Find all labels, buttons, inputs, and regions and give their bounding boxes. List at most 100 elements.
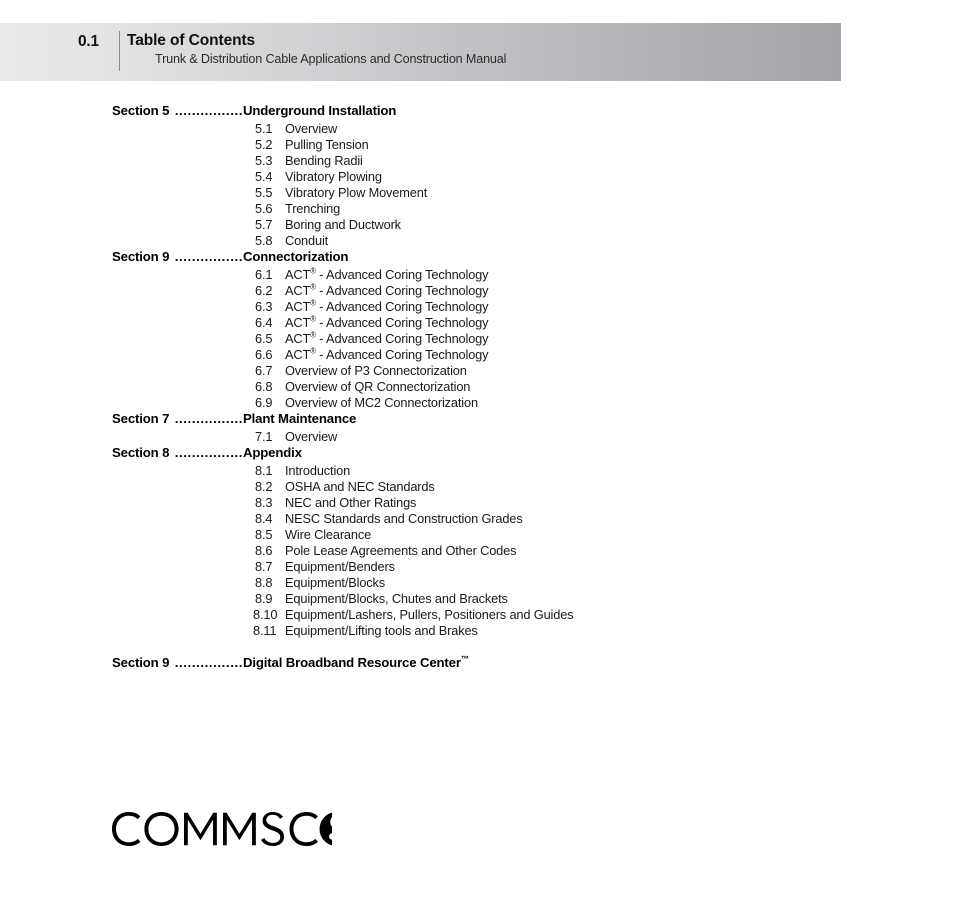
toc-entry-number: 8.6: [255, 543, 273, 558]
toc-spacer: [0, 639, 954, 655]
toc-entry[interactable]: 5.8 Conduit: [0, 233, 954, 249]
toc-entry-label: Conduit: [285, 233, 329, 248]
toc-entry[interactable]: 5.1 Overview: [0, 121, 954, 137]
toc-entry-number: 6.8: [255, 379, 273, 394]
toc-entry[interactable]: 6.4 ACT® - Advanced Coring Technology: [0, 315, 954, 331]
toc-entry[interactable]: 7.1 Overview: [0, 429, 954, 445]
toc-section-line[interactable]: Section 5................ Underground Ins…: [0, 103, 954, 119]
toc-entry-label: Equipment/Lashers, Pullers, Positioners …: [285, 607, 574, 622]
toc-entry[interactable]: 6.9 Overview of MC2 Connectorization: [0, 395, 954, 411]
toc-entry-label: ACT® - Advanced Coring Technology: [285, 266, 489, 282]
toc-entry-label: NEC and Other Ratings: [285, 495, 417, 510]
toc-entry-number: 8.11: [253, 623, 277, 638]
toc-section-line[interactable]: Section 8................ Appendix: [0, 445, 954, 461]
toc-entry[interactable]: 6.8 Overview of QR Connectorization: [0, 379, 954, 395]
toc-entry-label: Overview: [285, 429, 338, 444]
toc-entry[interactable]: 8.6 Pole Lease Agreements and Other Codes: [0, 543, 954, 559]
toc-section-title: Connectorization: [243, 249, 349, 264]
toc-section: Section 8................ Appendix 8.1 Intr…: [0, 445, 954, 639]
toc-entry-label: Introduction: [285, 463, 351, 478]
toc-entry-label: Equipment/Blocks, Chutes and Brackets: [285, 591, 508, 606]
toc-dot-leader: ................: [174, 411, 243, 426]
toc-entry-number: 8.5: [255, 527, 273, 542]
toc-entry-number: 8.7: [255, 559, 273, 574]
toc-entry[interactable]: 5.7 Boring and Ductwork: [0, 217, 954, 233]
toc-entry-number: 5.4: [255, 169, 273, 184]
toc-entry-number: 6.9: [255, 395, 273, 410]
toc-entry-label: NESC Standards and Construction Grades: [285, 511, 523, 526]
toc-entry[interactable]: 5.4 Vibratory Plowing: [0, 169, 954, 185]
page-number: 0.1: [78, 33, 99, 50]
toc-entry-label: Overview of QR Connectorization: [285, 379, 471, 394]
toc-entry[interactable]: 8.5 Wire Clearance: [0, 527, 954, 543]
toc-entry-number: 8.2: [255, 479, 273, 494]
commscope-logo: [112, 812, 332, 846]
toc-dot-leader: ................: [174, 249, 243, 264]
toc-entry-label: Equipment/Blocks: [285, 575, 386, 590]
toc-entry[interactable]: 6.6 ACT® - Advanced Coring Technology: [0, 347, 954, 363]
toc-entry[interactable]: 6.1 ACT® - Advanced Coring Technology: [0, 267, 954, 283]
toc-section: Section 5................ Underground Ins…: [0, 103, 954, 249]
toc-section-line[interactable]: Section 9................ Digital Broadba…: [0, 655, 954, 671]
toc-entry[interactable]: 8.3 NEC and Other Ratings: [0, 495, 954, 511]
toc-entry-number: 8.4: [255, 511, 273, 526]
toc-entry-number: 6.5: [255, 331, 273, 346]
toc-entry-label: Wire Clearance: [285, 527, 372, 542]
toc-entry-number: 5.3: [255, 153, 273, 168]
toc-entry-label: Pole Lease Agreements and Other Codes: [285, 543, 517, 558]
toc-entry-number: 5.1: [255, 121, 273, 136]
toc-entry-number: 5.2: [255, 137, 273, 152]
toc-entry[interactable]: 5.2 Pulling Tension: [0, 137, 954, 153]
toc-entry-label: Pulling Tension: [285, 137, 369, 152]
toc-entry[interactable]: 8.10 Equipment/Lashers, Pullers, Position…: [0, 607, 954, 623]
toc-entry-number: 5.8: [255, 233, 273, 248]
toc-entry-label: Vibratory Plowing: [285, 169, 382, 184]
toc-entry-number: 8.3: [255, 495, 273, 510]
toc-entry-number: 8.1: [255, 463, 273, 478]
toc-entry-label: Boring and Ductwork: [285, 217, 401, 232]
toc-entry-label: Overview of P3 Connectorization: [285, 363, 467, 378]
toc-entry[interactable]: 6.7 Overview of P3 Connectorization: [0, 363, 954, 379]
toc-dot-leader: ................: [174, 655, 243, 670]
toc-entry[interactable]: 8.4 NESC Standards and Construction Grade…: [0, 511, 954, 527]
toc-entry-label: ACT® - Advanced Coring Technology: [285, 346, 489, 362]
toc-entry-number: 6.6: [255, 347, 273, 362]
toc-section-line[interactable]: Section 9................ Connectorizatio…: [0, 249, 954, 265]
toc-entry-label: Overview: [285, 121, 338, 136]
toc-entry-number: 8.8: [255, 575, 273, 590]
table-of-contents: Section 5................ Underground Ins…: [0, 103, 954, 673]
toc-entry-label: Overview of MC2 Connectorization: [285, 395, 478, 410]
toc-section-title: Digital Broadband Resource Center™: [243, 654, 469, 670]
toc-entry-number: 8.9: [255, 591, 273, 606]
toc-entry-label: Bending Radii: [285, 153, 363, 168]
toc-entry-number: 6.7: [255, 363, 273, 378]
toc-entry[interactable]: 5.5 Vibratory Plow Movement: [0, 185, 954, 201]
toc-entry[interactable]: 6.3 ACT® - Advanced Coring Technology: [0, 299, 954, 315]
toc-entry[interactable]: 8.1 Introduction: [0, 463, 954, 479]
toc-entry[interactable]: 8.7 Equipment/Benders: [0, 559, 954, 575]
toc-entry[interactable]: 8.8 Equipment/Blocks: [0, 575, 954, 591]
toc-entry-label: ACT® - Advanced Coring Technology: [285, 314, 489, 330]
toc-entry-label: ACT® - Advanced Coring Technology: [285, 330, 489, 346]
toc-entry-label: ACT® - Advanced Coring Technology: [285, 282, 489, 298]
toc-entry[interactable]: 8.2 OSHA and NEC Standards: [0, 479, 954, 495]
toc-entry[interactable]: 8.9 Equipment/Blocks, Chutes and Brackets: [0, 591, 954, 607]
toc-entry-number: 6.4: [255, 315, 273, 330]
toc-section-line[interactable]: Section 7................ Plant Maintenan…: [0, 411, 954, 427]
toc-entry-label: ACT® - Advanced Coring Technology: [285, 298, 489, 314]
toc-entry-label: Equipment/Lifting tools and Brakes: [285, 623, 478, 638]
toc-entry[interactable]: 5.3 Bending Radii: [0, 153, 954, 169]
toc-entry-label: OSHA and NEC Standards: [285, 479, 435, 494]
toc-section: Section 9................ Connectorizatio…: [0, 249, 954, 411]
toc-entry-number: 5.5: [255, 185, 273, 200]
toc-entry[interactable]: 8.11 Equipment/Lifting tools and Brakes: [0, 623, 954, 639]
toc-entry[interactable]: 5.6 Trenching: [0, 201, 954, 217]
toc-section: Section 7................ Plant Maintenan…: [0, 411, 954, 445]
toc-section-title: Plant Maintenance: [243, 411, 357, 426]
toc-entry-label: Equipment/Benders: [285, 559, 395, 574]
toc-entry[interactable]: 6.5 ACT® - Advanced Coring Technology: [0, 331, 954, 347]
toc-entry[interactable]: 6.2 ACT® - Advanced Coring Technology: [0, 283, 954, 299]
toc-dot-leader: ................: [174, 445, 243, 460]
toc-entry-number: 5.7: [255, 217, 273, 232]
toc-section: Section 9................ Digital Broadba…: [0, 655, 954, 671]
